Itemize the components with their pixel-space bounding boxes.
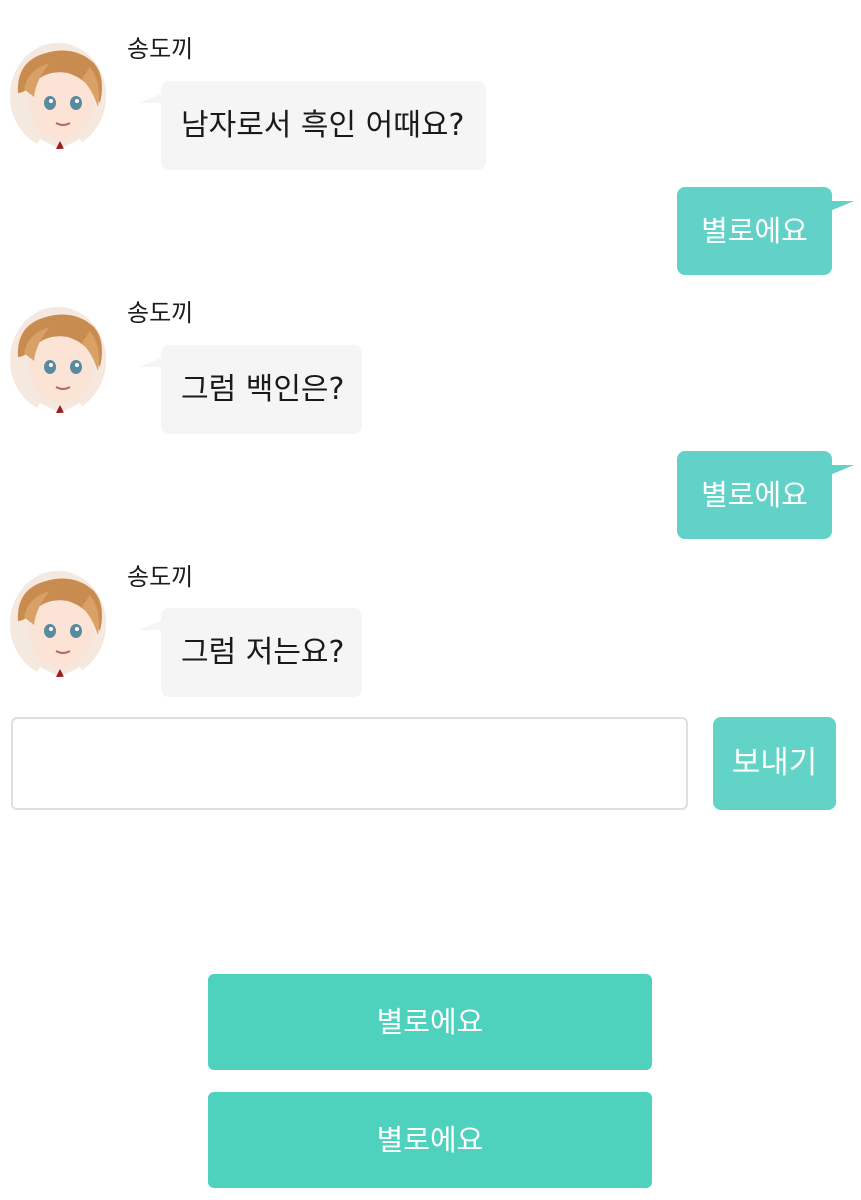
message-text: 별로에요 bbox=[701, 478, 808, 512]
avatar bbox=[10, 43, 106, 149]
sender-name: 송도끼 bbox=[127, 563, 194, 591]
avatar bbox=[10, 307, 106, 413]
message-bubble: 그럼 백인은? bbox=[139, 345, 362, 434]
bubble-tail bbox=[139, 357, 163, 367]
message-text: 그럼 저는요? bbox=[181, 635, 345, 670]
outgoing-message-bubble: 별로에요 bbox=[677, 187, 854, 275]
bubble-tail bbox=[830, 201, 854, 211]
chat-screen: 송도끼 남자로서 흑인 어때요? 별로에요 송도끼 그럼 백인은? 별로에요 송… bbox=[0, 0, 861, 1200]
avatar bbox=[10, 571, 106, 677]
message-text: 그럼 백인은? bbox=[181, 372, 345, 407]
sender-name: 송도끼 bbox=[127, 35, 194, 63]
message-bubble: 남자로서 흑인 어때요? bbox=[139, 81, 486, 170]
message-text: 별로에요 bbox=[701, 214, 808, 248]
send-button[interactable]: 보내기 bbox=[713, 717, 836, 810]
message-bubble: 그럼 저는요? bbox=[139, 608, 362, 697]
choice-button-2[interactable]: 별로에요 bbox=[208, 1092, 652, 1188]
message-input[interactable] bbox=[11, 717, 688, 810]
sender-name: 송도끼 bbox=[127, 299, 194, 327]
bubble-tail bbox=[139, 93, 163, 103]
bubble-tail bbox=[139, 620, 163, 630]
choice-button-1[interactable]: 별로에요 bbox=[208, 974, 652, 1070]
outgoing-message-bubble: 별로에요 bbox=[677, 451, 854, 539]
bubble-tail bbox=[830, 465, 854, 475]
message-text: 남자로서 흑인 어때요? bbox=[181, 108, 465, 143]
